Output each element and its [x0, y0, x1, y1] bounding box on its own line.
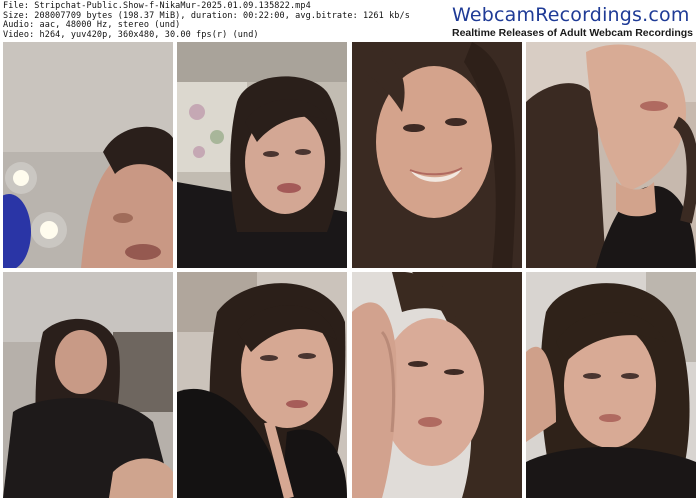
video-info-line: Video: h264, yuv420p, 360x480, 30.00 fps… — [3, 29, 259, 40]
brand-title: WebcamRecordings.com — [452, 4, 690, 26]
file-info: File: Stripchat-Public.Show-f-NikaMur-20… — [3, 1, 443, 40]
thumbnail-grid — [3, 42, 700, 500]
thumbnail-8 — [526, 272, 696, 498]
thumbnail-2 — [177, 42, 347, 268]
thumbnail-4 — [526, 42, 696, 268]
thumbnail-1 — [3, 42, 173, 268]
thumbnail-3 — [352, 42, 522, 268]
thumbnail-5 — [3, 272, 173, 498]
thumbnail-6 — [177, 272, 347, 498]
brand-tagline: Realtime Releases of Adult Webcam Record… — [452, 27, 693, 39]
thumbnail-7 — [352, 272, 522, 498]
brand-logo: WebcamRecordings.com Realtime Releases o… — [452, 3, 693, 39]
